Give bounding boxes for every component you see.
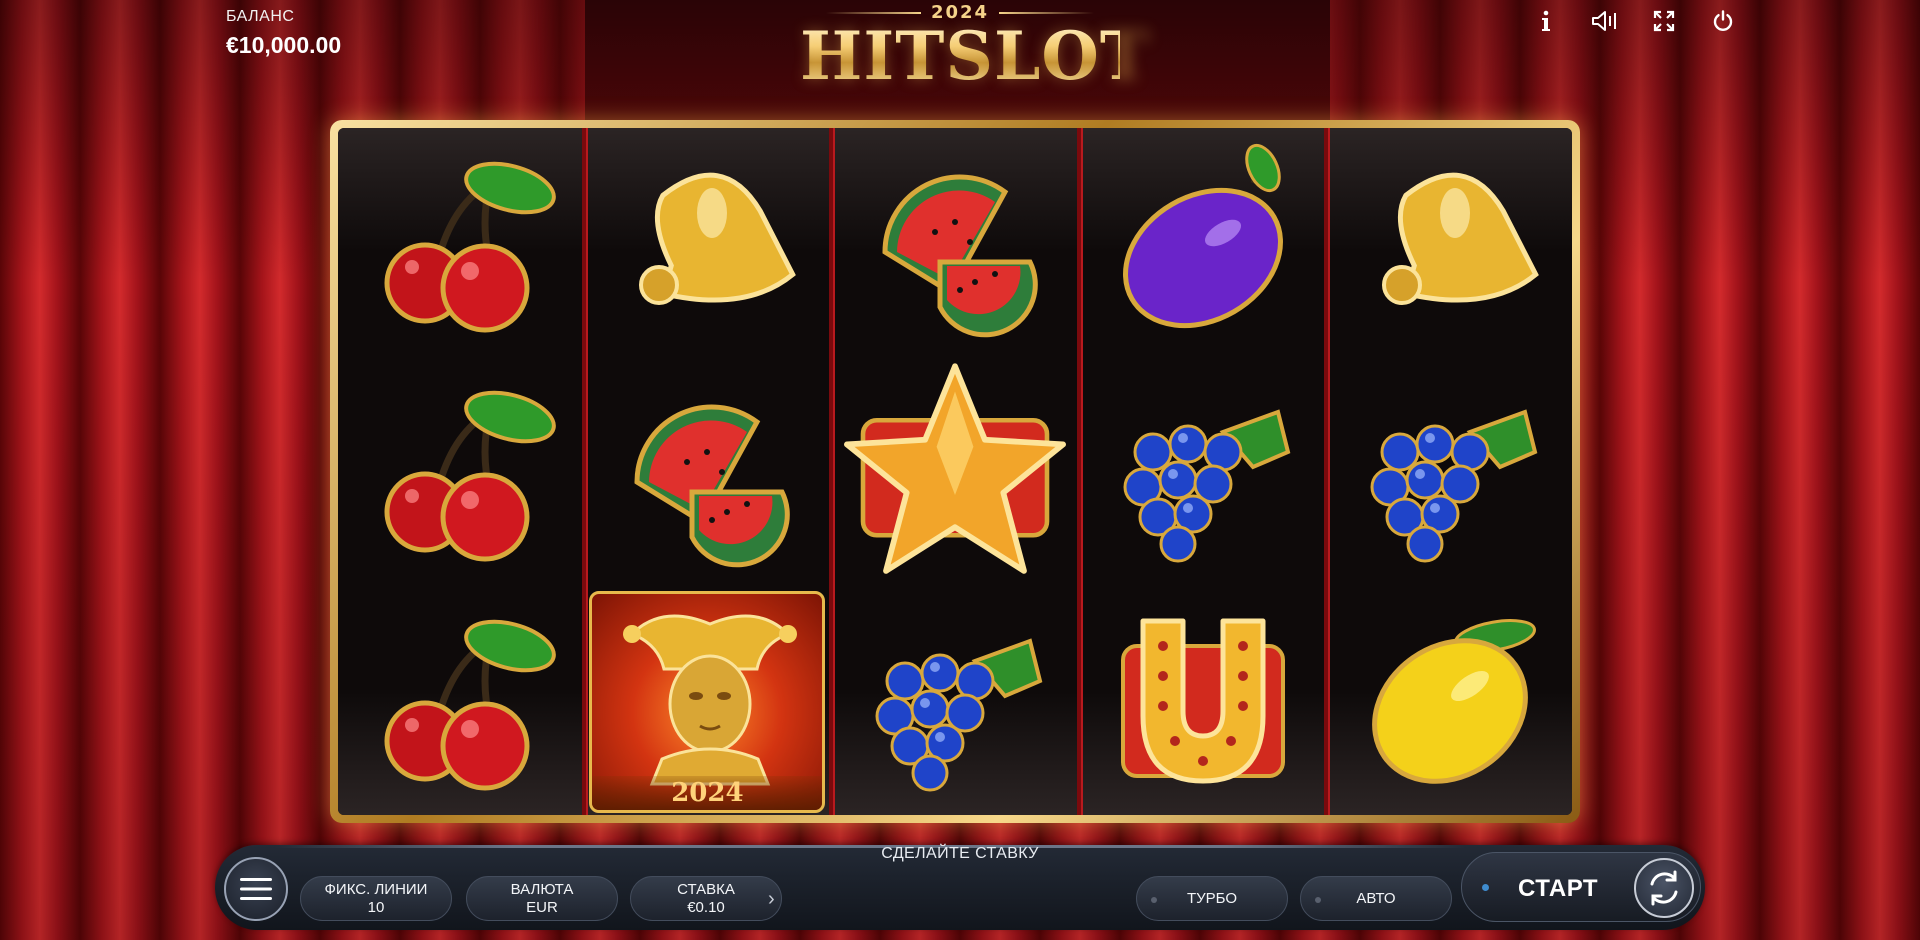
currency-value: EUR xyxy=(526,898,558,916)
auto-label: АВТО xyxy=(1356,889,1396,907)
grapes-icon xyxy=(1370,408,1538,562)
balance-value: €10,000.00 xyxy=(226,32,342,58)
bell-icon xyxy=(1382,172,1540,305)
cherry-icon xyxy=(384,619,556,790)
watermelon-icon xyxy=(882,174,1038,338)
reel-5 xyxy=(1324,128,1572,815)
bet-button[interactable]: СТАВКА €0.10 xyxy=(630,876,782,921)
symbol-lemon xyxy=(1328,586,1572,815)
symbol-cherry xyxy=(338,128,582,357)
info-icon[interactable] xyxy=(1530,5,1562,37)
bet-next-arrow-icon[interactable]: › xyxy=(768,888,775,911)
bet-value: €0.10 xyxy=(687,898,725,916)
symbol-bell xyxy=(1328,128,1572,357)
symbol-cherry xyxy=(338,586,582,815)
symbol-horseshoe xyxy=(1081,586,1325,815)
spin-icon[interactable] xyxy=(1634,858,1694,918)
joker-wild-tile: 2024 xyxy=(589,590,826,813)
watermelon-icon xyxy=(634,404,791,567)
symbol-joker: 2024 xyxy=(586,586,830,815)
hamburger-icon xyxy=(240,878,272,900)
symbol-plum xyxy=(1081,128,1325,357)
start-spin-button[interactable]: СТАРТ xyxy=(1461,852,1701,922)
game-logo: 2024 HITSLOT xyxy=(800,2,1151,102)
star-icon xyxy=(844,362,1066,574)
start-label: СТАРТ xyxy=(1518,875,1599,902)
logo-title: HITSLOT xyxy=(800,17,1151,95)
bet-label: СТАВКА xyxy=(677,880,735,898)
fixed-lines-button[interactable]: ФИКС. ЛИНИИ 10 xyxy=(300,876,452,921)
start-indicator xyxy=(1482,884,1489,891)
symbol-bell xyxy=(586,128,830,357)
horseshoe-icon xyxy=(1120,618,1285,783)
balance-display: БАЛАНС €10,000.00 xyxy=(226,8,341,59)
top-toolbar xyxy=(1530,5,1739,37)
reel-4 xyxy=(1076,128,1325,815)
joker-year-label: 2024 xyxy=(592,775,823,810)
symbol-grapes xyxy=(1328,357,1572,586)
menu-button[interactable] xyxy=(224,857,288,921)
symbol-watermelon xyxy=(833,128,1077,357)
symbol-star xyxy=(833,357,1077,587)
currency-button[interactable]: ВАЛЮТА EUR xyxy=(466,876,618,921)
auto-indicator xyxy=(1315,897,1321,903)
auto-toggle[interactable]: АВТО xyxy=(1300,876,1452,921)
power-icon[interactable] xyxy=(1707,5,1739,37)
cherry-icon xyxy=(384,161,556,332)
grapes-icon xyxy=(1123,408,1290,562)
symbol-cherry xyxy=(338,357,582,586)
bell-icon xyxy=(639,172,797,305)
lemon-icon xyxy=(1372,618,1537,784)
reels-area: 2024 xyxy=(338,128,1572,815)
symbol-grapes xyxy=(833,587,1077,816)
plum-icon xyxy=(1122,143,1283,328)
reel-3 xyxy=(829,128,1077,815)
cherry-icon xyxy=(384,390,556,561)
turbo-label: ТУРБО xyxy=(1186,889,1238,907)
turbo-indicator xyxy=(1151,897,1157,903)
reels-frame: 2024 xyxy=(330,120,1580,823)
turbo-toggle[interactable]: ТУРБО xyxy=(1136,876,1288,921)
fullscreen-icon[interactable] xyxy=(1648,5,1680,37)
currency-label: ВАЛЮТА xyxy=(510,880,574,898)
reel-2: 2024 xyxy=(581,128,830,815)
sound-icon[interactable] xyxy=(1589,5,1621,37)
symbol-grapes xyxy=(1081,357,1325,586)
grapes-icon xyxy=(875,638,1043,792)
lines-value: 10 xyxy=(367,898,385,916)
balance-label: БАЛАНС xyxy=(226,8,295,25)
symbol-watermelon xyxy=(586,357,830,586)
lines-label: ФИКС. ЛИНИИ xyxy=(324,880,428,898)
reel-1 xyxy=(338,128,582,815)
